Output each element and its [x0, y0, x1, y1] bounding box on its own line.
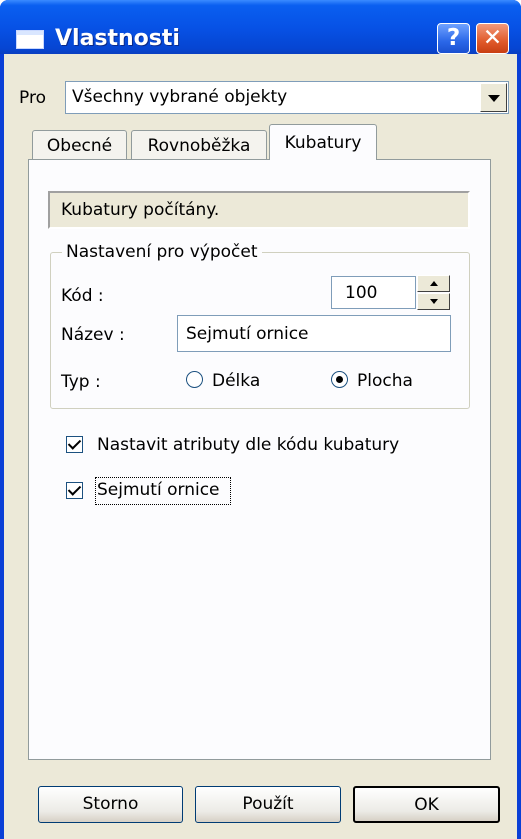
- arrow-up-icon: [430, 281, 438, 286]
- checkbox-sejmuti-ornice-label[interactable]: Sejmutí ornice: [97, 480, 220, 500]
- code-input[interactable]: 100: [331, 276, 416, 309]
- checkbox-set-attributes-label[interactable]: Nastavit atributy dle kódu kubatury: [97, 435, 399, 455]
- ok-button[interactable]: OK: [353, 786, 500, 823]
- spin-down-button[interactable]: [417, 293, 450, 310]
- code-label: Kód :: [61, 286, 104, 306]
- checkmark-icon: [67, 436, 82, 450]
- title-bar[interactable]: Vlastnosti ? ✕: [0, 0, 521, 54]
- name-label: Název :: [61, 325, 125, 345]
- chevron-down-icon: [488, 95, 500, 102]
- type-label: Typ :: [61, 372, 101, 392]
- pro-select-value: Všechny vybrané objekty: [72, 87, 288, 107]
- radio-plocha[interactable]: [331, 371, 348, 388]
- tab-obecne[interactable]: Obecné: [32, 130, 127, 160]
- pro-dropdown-button[interactable]: [480, 83, 507, 112]
- window-icon: [16, 30, 44, 49]
- arrow-down-icon: [430, 299, 438, 304]
- pro-select[interactable]: Všechny vybrané objekty: [65, 81, 509, 114]
- close-button[interactable]: ✕: [476, 23, 509, 54]
- window-title: Vlastnosti: [55, 26, 180, 51]
- settings-group-title: Nastavení pro výpočet: [62, 242, 262, 262]
- tab-kubatury[interactable]: Kubatury: [269, 124, 377, 160]
- checkbox-set-attributes[interactable]: [66, 436, 83, 453]
- apply-button[interactable]: Použít: [195, 786, 341, 823]
- name-input[interactable]: Sejmutí ornice: [177, 315, 451, 352]
- radio-delka-label[interactable]: Délka: [212, 371, 260, 391]
- cancel-button[interactable]: Storno: [38, 786, 183, 823]
- spin-up-button[interactable]: [417, 275, 450, 292]
- radio-plocha-label[interactable]: Plocha: [357, 371, 413, 391]
- code-spinner[interactable]: [417, 275, 450, 310]
- radio-delka[interactable]: [186, 371, 203, 388]
- pro-label: Pro: [19, 88, 46, 108]
- help-button[interactable]: ?: [437, 23, 470, 54]
- tab-rovnobezka[interactable]: Rovnoběžka: [131, 130, 267, 160]
- checkmark-icon: [67, 482, 82, 496]
- status-field: Kubatury počítány.: [48, 191, 470, 229]
- radio-selected-dot: [336, 376, 343, 383]
- checkbox-sejmuti-ornice[interactable]: [66, 482, 83, 499]
